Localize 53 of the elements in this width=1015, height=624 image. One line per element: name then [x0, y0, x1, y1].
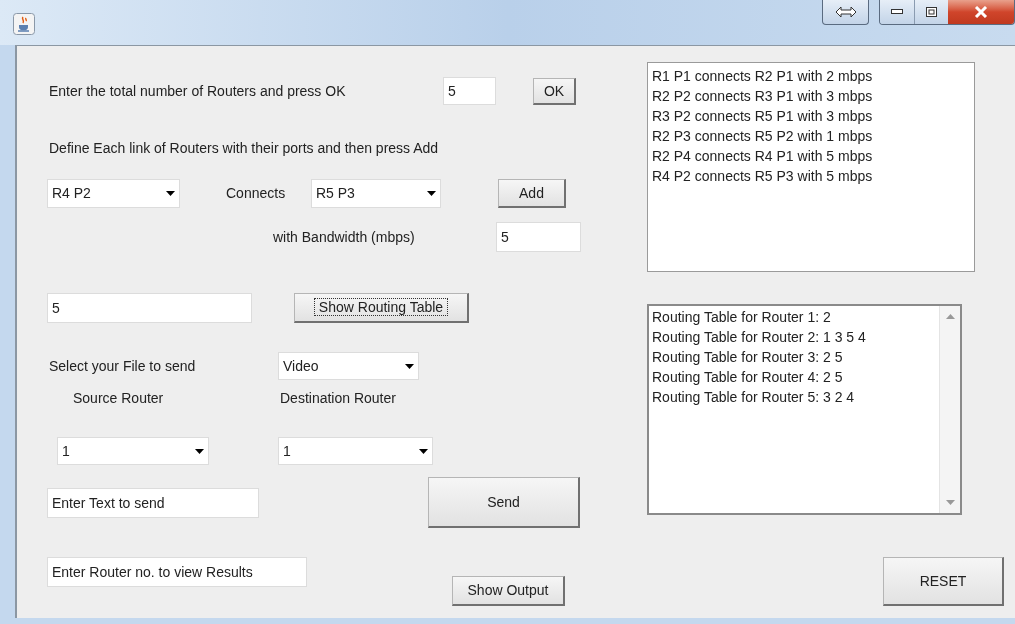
dropdown[interactable]: R5 P3	[311, 179, 441, 208]
text-line: R4 P2 connects R5 P3 with 5 mbps	[652, 167, 874, 186]
text-line: R3 P2 connects R5 P1 with 3 mbps	[652, 107, 874, 126]
button[interactable]: RESET	[883, 557, 1004, 606]
text-field[interactable]: Enter Text to send	[47, 487, 259, 518]
button[interactable]: Show Output	[452, 576, 565, 606]
close-icon	[974, 6, 988, 18]
label: Select your File to send	[49, 356, 197, 376]
scroll-up-icon[interactable]	[945, 314, 955, 319]
scrollbar[interactable]	[939, 306, 960, 513]
double-arrow-icon	[834, 6, 857, 18]
resize-button[interactable]	[822, 0, 869, 25]
dropdown[interactable]: R4 P2	[47, 179, 180, 208]
text-line: Routing Table for Router 1: 2	[652, 308, 832, 327]
text-line: Routing Table for Router 2: 1 3 5 4	[652, 328, 867, 347]
maximize-icon	[926, 7, 937, 17]
label: Connects	[226, 184, 287, 203]
label: with Bandwidth (mbps)	[273, 227, 416, 247]
button[interactable]: Show Routing Table	[294, 293, 469, 323]
label: Source Router	[73, 388, 165, 408]
text-field[interactable]: Enter Router no. to view Results	[47, 557, 307, 587]
minimize-icon	[891, 9, 903, 15]
label: Enter the total number of Routers and press OK	[49, 81, 347, 101]
text-line: Routing Table for Router 3: 2 5	[652, 348, 844, 367]
caret-icon	[427, 191, 436, 196]
text-field[interactable]: 5	[496, 222, 581, 252]
text-line: R2 P2 connects R3 P1 with 3 mbps	[652, 87, 874, 106]
text-line: R1 P1 connects R2 P1 with 2 mbps	[652, 67, 874, 86]
button[interactable]: OK	[533, 78, 576, 105]
links-text-area[interactable]: R1 P1 connects R2 P1 with 2 mbps R2 P2 connects R3 P1 with 3 mbps R3 P2 connects R5 P1 with 3 mbps R2 P3 connects R5 P2 with 1 mbps R2 P4 connects R4 P1 with 5 mbps R4 P2 connects R5 P3 with 5 mbps	[647, 62, 975, 272]
button[interactable]: Add	[498, 179, 566, 208]
label: Define Each link of Routers with their ports and then press Add	[49, 138, 439, 158]
minimize-button[interactable]	[880, 0, 915, 24]
close-button[interactable]	[948, 0, 1014, 24]
text-line: R2 P3 connects R5 P2 with 1 mbps	[652, 127, 874, 146]
scroll-down-icon[interactable]	[945, 500, 955, 505]
text-line: Routing Table for Router 4: 2 5	[652, 368, 844, 387]
dropdown[interactable]: 1	[278, 437, 433, 465]
routing-table-area[interactable]: Routing Table for Router 1: 2 Routing Table for Router 2: 1 3 5 4 Routing Table for Router 3: 2 5 Routing Table for Router 4: 2 5 Routing Table for Router 5: 3 2 4	[647, 304, 962, 515]
text-field[interactable]: 5	[47, 293, 252, 323]
caret-icon	[166, 191, 175, 196]
caret-icon	[405, 363, 414, 369]
caret-icon	[195, 448, 204, 454]
maximize-button[interactable]	[915, 0, 948, 24]
text-line: R2 P4 connects R4 P1 with 5 mbps	[652, 147, 874, 166]
label: Destination Router	[280, 388, 396, 408]
dropdown[interactable]: 1	[57, 437, 209, 465]
text-field[interactable]: 5	[443, 77, 496, 105]
button[interactable]: Send	[428, 477, 580, 528]
java-cup-icon[interactable]	[13, 13, 35, 35]
caret-icon	[419, 448, 428, 454]
dropdown[interactable]: Video	[278, 352, 419, 380]
text-line: Routing Table for Router 5: 3 2 4	[652, 388, 856, 407]
